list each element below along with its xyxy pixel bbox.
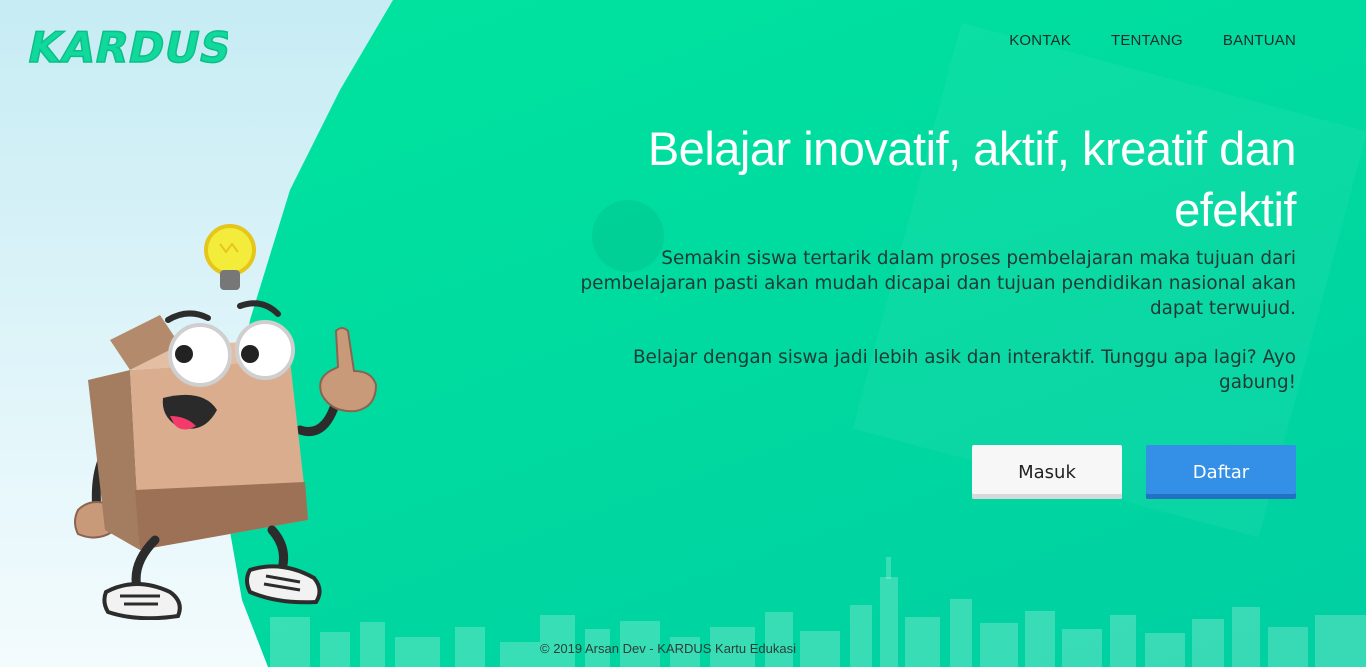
logo-text: KARDUS! <box>23 24 228 70</box>
hero-paragraph-2: Belajar dengan siswa jadi lebih asik dan… <box>632 347 1296 393</box>
nav-link-kontak[interactable]: KONTAK <box>1009 32 1071 49</box>
login-button[interactable]: Masuk <box>972 445 1122 499</box>
footer-copyright: © 2019 Arsan Dev - KARDUS Kartu Edukasi <box>540 641 796 656</box>
nav-link-bantuan[interactable]: BANTUAN <box>1223 32 1296 49</box>
nav-link-tentang[interactable]: TENTANG <box>1111 32 1183 49</box>
hero-section: Belajar inovatif, aktif, kreatif dan efe… <box>536 118 1296 395</box>
register-button[interactable]: Daftar <box>1146 445 1296 499</box>
top-nav: KONTAK TENTANG BANTUAN <box>1009 32 1296 49</box>
kardus-logo[interactable]: KARDUS! <box>18 14 228 70</box>
hero-title-line2: efektif <box>1174 183 1296 236</box>
lightbulb-icon <box>204 224 256 290</box>
box-mascot-illustration <box>74 224 378 620</box>
auth-buttons: Masuk Daftar <box>972 445 1296 499</box>
hero-title-line1: Belajar inovatif, aktif, kreatif dan <box>647 122 1297 175</box>
hero-paragraph-1: Semakin siswa tertarik dalam proses pemb… <box>580 248 1296 319</box>
hero-title: Belajar inovatif, aktif, kreatif dan efe… <box>536 118 1297 240</box>
